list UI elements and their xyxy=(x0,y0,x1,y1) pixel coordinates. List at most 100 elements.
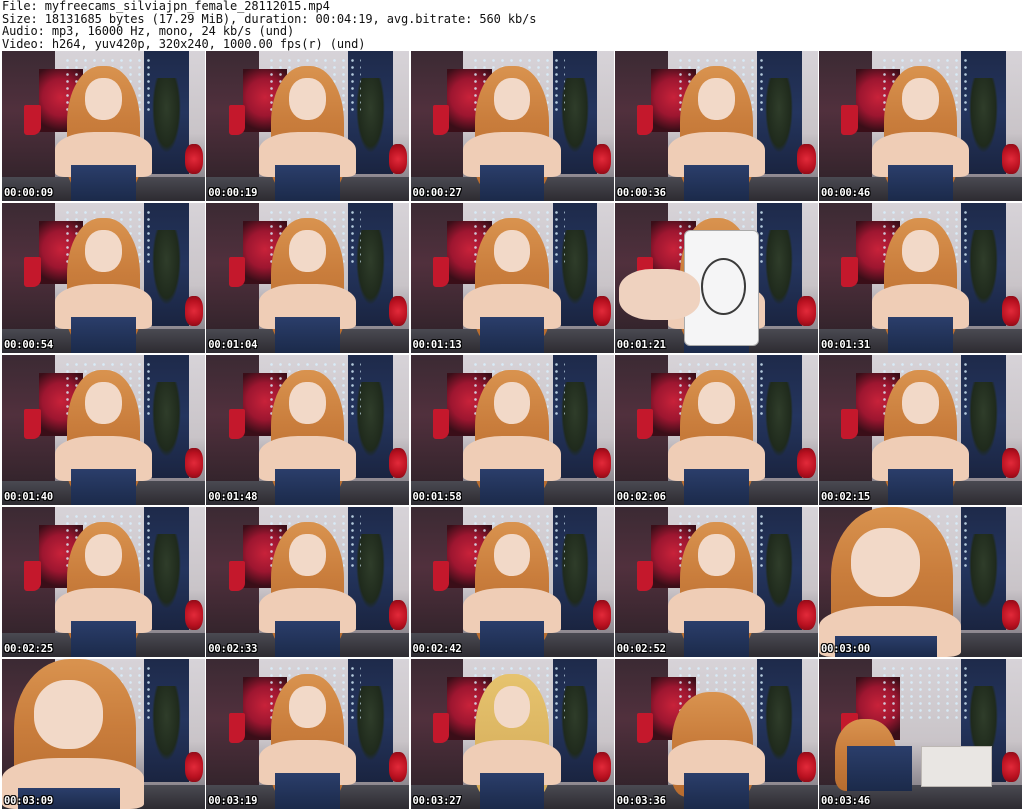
frame-plant-shape xyxy=(152,229,181,305)
frame-stocking-shape xyxy=(841,105,858,135)
frame-deco-red-shape xyxy=(1001,447,1020,478)
frame-dress-shape xyxy=(479,468,545,505)
frame-face-shape xyxy=(85,381,122,424)
frame-deco-red-shape xyxy=(388,599,408,630)
frame-plant-shape xyxy=(152,685,181,761)
video-frame-thumbnail[interactable]: 00:03:46 xyxy=(819,658,1022,809)
frame-dress-shape xyxy=(888,468,953,505)
frame-deco-red-shape xyxy=(1001,751,1020,782)
video-frame-thumbnail[interactable]: 00:00:19 xyxy=(206,51,410,201)
frame-deco-red-shape xyxy=(593,144,612,174)
frame-dress-shape xyxy=(71,316,136,353)
frame-plant-shape xyxy=(560,533,590,609)
video-frame-thumbnail[interactable]: 00:03:27 xyxy=(410,658,614,809)
frame-stocking-shape xyxy=(228,105,245,135)
frame-plant-shape xyxy=(764,229,794,305)
video-frame-thumbnail[interactable]: 00:02:15 xyxy=(819,354,1022,505)
frame-face-shape xyxy=(85,229,122,272)
frame-face-shape xyxy=(289,229,326,272)
video-frame-thumbnail[interactable]: 00:03:09 xyxy=(2,658,205,809)
frame-box-shape xyxy=(920,745,992,787)
video-frame-thumbnail[interactable]: 00:02:42 xyxy=(410,506,614,657)
video-frame-thumbnail[interactable]: 00:00:27 xyxy=(410,51,614,201)
frame-face-shape xyxy=(289,78,326,120)
frame-deco-red-shape xyxy=(797,144,816,174)
frame-stocking-shape xyxy=(228,560,245,591)
frame-plant-shape xyxy=(356,685,385,761)
frame-plant-shape xyxy=(152,78,181,153)
frame-dress-shape xyxy=(847,745,913,791)
frame-stocking-shape xyxy=(24,105,41,135)
frame-stocking-shape xyxy=(432,712,450,743)
frame-plant-shape xyxy=(356,78,385,153)
video-frame-thumbnail[interactable]: 00:01:58 xyxy=(410,354,614,505)
frame-timestamp: 00:02:33 xyxy=(208,642,258,655)
video-frame-thumbnail[interactable]: 00:00:46 xyxy=(819,51,1022,201)
frame-timestamp: 00:00:27 xyxy=(412,187,462,199)
frame-dress-shape xyxy=(275,316,341,353)
video-frame-thumbnail[interactable]: 00:00:36 xyxy=(614,51,818,201)
frame-plant-shape xyxy=(560,685,590,761)
frame-plant-shape xyxy=(152,381,181,457)
frame-deco-red-shape xyxy=(593,751,612,782)
frame-deco-red-shape xyxy=(593,295,612,326)
frame-deco-red-shape xyxy=(184,144,203,174)
frame-hand-shape xyxy=(618,268,700,320)
frame-timestamp: 00:01:40 xyxy=(4,490,53,503)
frame-face-shape xyxy=(851,527,921,597)
frame-timestamp: 00:00:19 xyxy=(208,187,258,199)
frame-dress-shape xyxy=(275,620,341,657)
video-frame-thumbnail[interactable]: 00:01:21 xyxy=(614,202,818,353)
frame-timestamp: 00:02:06 xyxy=(616,490,666,503)
video-frame-thumbnail[interactable]: 00:01:31 xyxy=(819,202,1022,353)
frame-deco-red-shape xyxy=(797,295,816,326)
frame-face-shape xyxy=(902,78,939,120)
video-frame-thumbnail[interactable]: 00:01:04 xyxy=(206,202,410,353)
frame-dress-shape xyxy=(479,620,545,657)
frame-deco-red-shape xyxy=(797,447,816,478)
frame-dress-shape xyxy=(683,165,749,201)
frame-timestamp: 00:02:25 xyxy=(4,642,53,655)
frame-dress-shape xyxy=(683,620,749,657)
video-frame-thumbnail[interactable]: 00:03:00 xyxy=(819,506,1022,657)
frame-timestamp: 00:03:00 xyxy=(821,642,870,655)
frame-plant-shape xyxy=(356,381,385,457)
frame-stocking-shape xyxy=(637,105,654,135)
frame-dress-shape xyxy=(479,316,545,353)
video-frame-thumbnail[interactable]: 00:02:33 xyxy=(206,506,410,657)
frame-deco-red-shape xyxy=(388,144,408,174)
frame-face-shape xyxy=(85,533,122,576)
frame-deco-red-shape xyxy=(388,295,408,326)
video-frame-thumbnail[interactable]: 00:03:19 xyxy=(206,658,410,809)
frame-deco-red-shape xyxy=(184,447,203,478)
frame-stocking-shape xyxy=(637,560,654,591)
frame-timestamp: 00:01:31 xyxy=(821,338,870,351)
frame-deco-red-shape xyxy=(797,599,816,630)
video-frame-thumbnail[interactable]: 00:02:25 xyxy=(2,506,205,657)
frame-deco-red-shape xyxy=(184,599,203,630)
frame-timestamp: 00:00:54 xyxy=(4,338,53,351)
video-frame-thumbnail[interactable]: 00:02:06 xyxy=(614,354,818,505)
video-frame-thumbnail[interactable]: 00:01:48 xyxy=(206,354,410,505)
video-frame-thumbnail[interactable]: 00:00:54 xyxy=(2,202,205,353)
frame-deco-red-shape xyxy=(593,447,612,478)
frame-stocking-shape xyxy=(24,256,41,287)
frame-timestamp: 00:03:36 xyxy=(616,794,666,807)
frame-plant-shape xyxy=(764,533,794,609)
video-frame-thumbnail[interactable]: 00:01:13 xyxy=(410,202,614,353)
frame-deco-red-shape xyxy=(1001,599,1020,630)
frame-stocking-shape xyxy=(432,560,450,591)
video-frame-thumbnail[interactable]: 00:01:40 xyxy=(2,354,205,505)
frame-deco-red-shape xyxy=(1001,144,1020,174)
frame-face-shape xyxy=(34,679,104,749)
video-frame-thumbnail[interactable]: 00:00:09 xyxy=(2,51,205,201)
frame-face-shape xyxy=(493,78,531,120)
video-frame-thumbnail[interactable]: 00:03:36 xyxy=(614,658,818,809)
frame-dress-shape xyxy=(683,772,749,809)
video-frame-thumbnail[interactable]: 00:02:52 xyxy=(614,506,818,657)
frame-stocking-shape xyxy=(228,256,245,287)
frame-face-shape xyxy=(493,685,531,728)
frame-stocking-shape xyxy=(637,712,654,743)
frame-plant-shape xyxy=(969,78,998,153)
frame-face-shape xyxy=(289,381,326,424)
